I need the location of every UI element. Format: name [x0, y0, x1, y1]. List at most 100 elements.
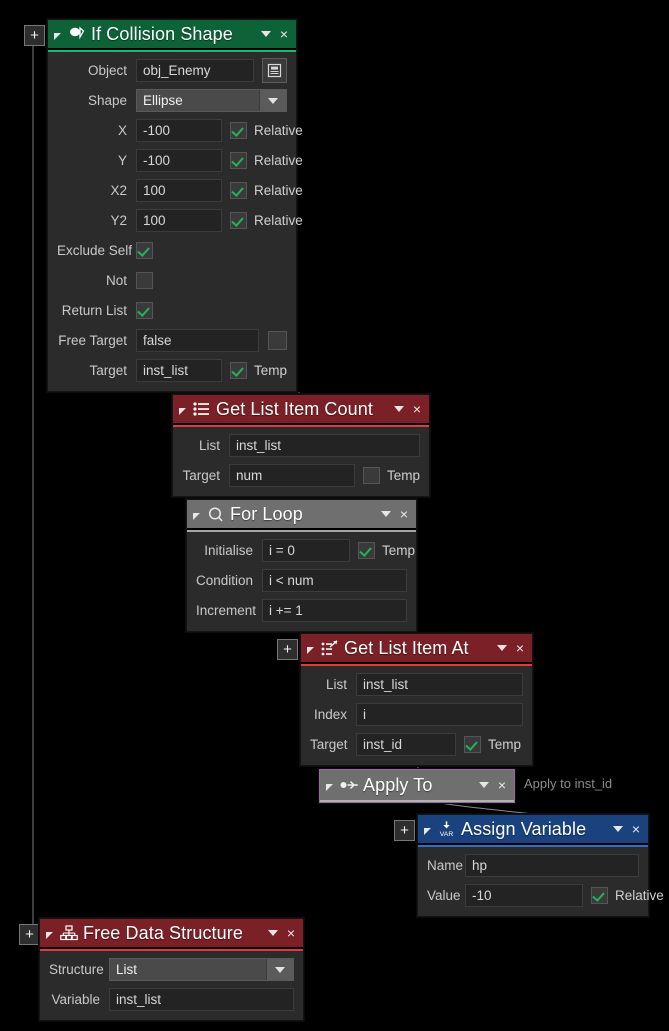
chevron-down-icon[interactable] — [260, 31, 271, 37]
field-row-y: Y -100 Relative — [57, 149, 303, 172]
index-input[interactable]: i — [356, 703, 523, 726]
node-for-loop[interactable]: For Loop × Initialise i = 0 Temp Conditi… — [186, 499, 417, 632]
chevron-down-icon[interactable] — [259, 90, 286, 111]
field-label-index: Index — [313, 707, 347, 722]
object-input[interactable]: obj_Enemy — [136, 59, 254, 82]
field-row-target: Target inst_id Temp — [310, 733, 523, 756]
node-title: Assign Variable — [461, 818, 587, 839]
x2-relative-checkbox[interactable] — [230, 182, 247, 199]
close-icon[interactable]: × — [516, 641, 524, 655]
target-input[interactable]: inst_list — [136, 359, 222, 382]
y2-relative-checkbox[interactable] — [230, 212, 247, 229]
target-temp-checkbox[interactable] — [464, 736, 481, 753]
y2-input[interactable]: 100 — [136, 209, 222, 232]
collapse-triangle-icon[interactable] — [326, 783, 333, 791]
close-icon[interactable]: × — [498, 778, 506, 792]
structure-dropdown[interactable]: List — [109, 958, 294, 981]
node-apply-to[interactable]: Apply To × — [319, 769, 515, 803]
field-row-free-target: Free Target false — [57, 329, 287, 352]
node-free-data-structure[interactable]: Free Data Structure × Structure List Var… — [39, 918, 304, 1021]
node-if-collision-shape[interactable]: If Collision Shape × Object obj_Enemy Sh… — [47, 19, 303, 392]
add-node-button-assign-variable[interactable]: + — [394, 820, 415, 841]
name-input[interactable]: hp — [465, 854, 639, 877]
target-temp-checkbox[interactable] — [230, 362, 247, 379]
target-input[interactable]: num — [229, 464, 355, 487]
return-list-checkbox[interactable] — [136, 302, 153, 319]
collapse-triangle-icon[interactable] — [54, 32, 61, 40]
value-relative-checkbox[interactable] — [591, 887, 608, 904]
value-relative-label: Relative — [615, 888, 664, 903]
object-picker-icon[interactable] — [262, 58, 287, 83]
node-header-assign-variable[interactable]: VAR Assign Variable × — [418, 815, 648, 845]
node-get-list-item-at[interactable]: Get List Item At × List inst_list Index … — [300, 633, 533, 766]
variable-icon: VAR — [437, 820, 456, 839]
node-header-get-list-item-at[interactable]: Get List Item At × — [301, 634, 532, 664]
field-label-exclude-self: Exclude Self — [57, 243, 133, 258]
chevron-down-icon[interactable] — [393, 406, 404, 412]
close-icon[interactable]: × — [287, 926, 295, 940]
node-header-for-loop[interactable]: For Loop × — [187, 500, 416, 530]
target-input[interactable]: inst_id — [356, 733, 456, 756]
node-title: For Loop — [230, 503, 303, 524]
add-node-button-get-list-item-at[interactable]: + — [277, 639, 298, 660]
value-input[interactable]: -10 — [465, 884, 583, 907]
shape-dropdown[interactable]: Ellipse — [136, 89, 287, 112]
field-row-exclude-self: Exclude Self — [57, 239, 287, 262]
node-header-if-collision-shape[interactable]: If Collision Shape × — [48, 20, 296, 50]
node-body-free-data-structure: Structure List Variable inst_list — [40, 951, 303, 1020]
collapse-triangle-icon[interactable] — [424, 827, 431, 835]
close-icon[interactable]: × — [632, 822, 640, 836]
y-input[interactable]: -100 — [136, 149, 222, 172]
field-label-return-list: Return List — [61, 303, 127, 318]
chevron-down-icon[interactable] — [380, 511, 391, 517]
list-count-icon — [192, 400, 211, 419]
field-row-list: List inst_list — [182, 434, 420, 457]
node-header-free-data-structure[interactable]: Free Data Structure × — [40, 919, 303, 949]
node-assign-variable[interactable]: VAR Assign Variable × Name hp Value -10 … — [417, 814, 664, 917]
chevron-down-icon[interactable] — [612, 826, 623, 832]
node-get-list-item-count[interactable]: Get List Item Count × List inst_list Tar… — [172, 394, 430, 497]
node-header-get-list-item-count[interactable]: Get List Item Count × — [173, 395, 429, 425]
collision-shape-icon — [67, 25, 86, 44]
field-label-target: Target — [310, 737, 348, 752]
collapse-triangle-icon[interactable] — [179, 407, 186, 415]
node-graph-canvas[interactable]: + If Collision Shape × Object obj_Enemy — [0, 0, 669, 1031]
target-temp-checkbox[interactable] — [362, 467, 380, 484]
field-label-x2: X2 — [110, 183, 127, 198]
condition-input[interactable]: i < num — [262, 569, 407, 592]
variable-input[interactable]: inst_list — [109, 988, 294, 1011]
list-input[interactable]: inst_list — [229, 434, 420, 457]
close-icon[interactable]: × — [413, 402, 421, 416]
increment-input[interactable]: i += 1 — [262, 599, 407, 622]
exclude-self-checkbox[interactable] — [136, 242, 153, 259]
collapse-triangle-icon[interactable] — [307, 646, 314, 654]
field-label-list: List — [198, 438, 220, 453]
field-label-free-target: Free Target — [58, 333, 127, 348]
collapse-triangle-icon[interactable] — [46, 931, 53, 939]
structure-dropdown-value: List — [116, 962, 138, 977]
node-header-apply-to[interactable]: Apply To × — [320, 770, 514, 800]
chevron-down-icon[interactable] — [496, 645, 507, 651]
initialise-temp-checkbox[interactable] — [358, 542, 375, 559]
add-node-button-top[interactable]: + — [24, 25, 45, 46]
y-relative-checkbox[interactable] — [230, 152, 247, 169]
field-label-value: Value — [427, 888, 461, 903]
close-icon[interactable]: × — [400, 507, 408, 521]
x-input[interactable]: -100 — [136, 119, 222, 142]
field-row-shape: Shape Ellipse — [57, 89, 287, 112]
add-node-button-free-data-structure[interactable]: + — [19, 924, 40, 945]
chevron-down-icon[interactable] — [478, 782, 489, 788]
initialise-input[interactable]: i = 0 — [262, 539, 350, 562]
x-relative-checkbox[interactable] — [230, 122, 247, 139]
free-target-checkbox[interactable] — [268, 331, 287, 350]
x2-input[interactable]: 100 — [136, 179, 222, 202]
chevron-down-icon[interactable] — [266, 959, 293, 980]
close-icon[interactable]: × — [280, 27, 288, 41]
not-checkbox[interactable] — [136, 272, 153, 289]
free-target-input[interactable]: false — [136, 329, 259, 352]
collapse-triangle-icon[interactable] — [193, 512, 200, 520]
list-input[interactable]: inst_list — [356, 673, 523, 696]
field-row-value: Value -10 Relative — [427, 884, 664, 907]
node-title: Apply To — [363, 774, 433, 795]
chevron-down-icon[interactable] — [267, 930, 278, 936]
